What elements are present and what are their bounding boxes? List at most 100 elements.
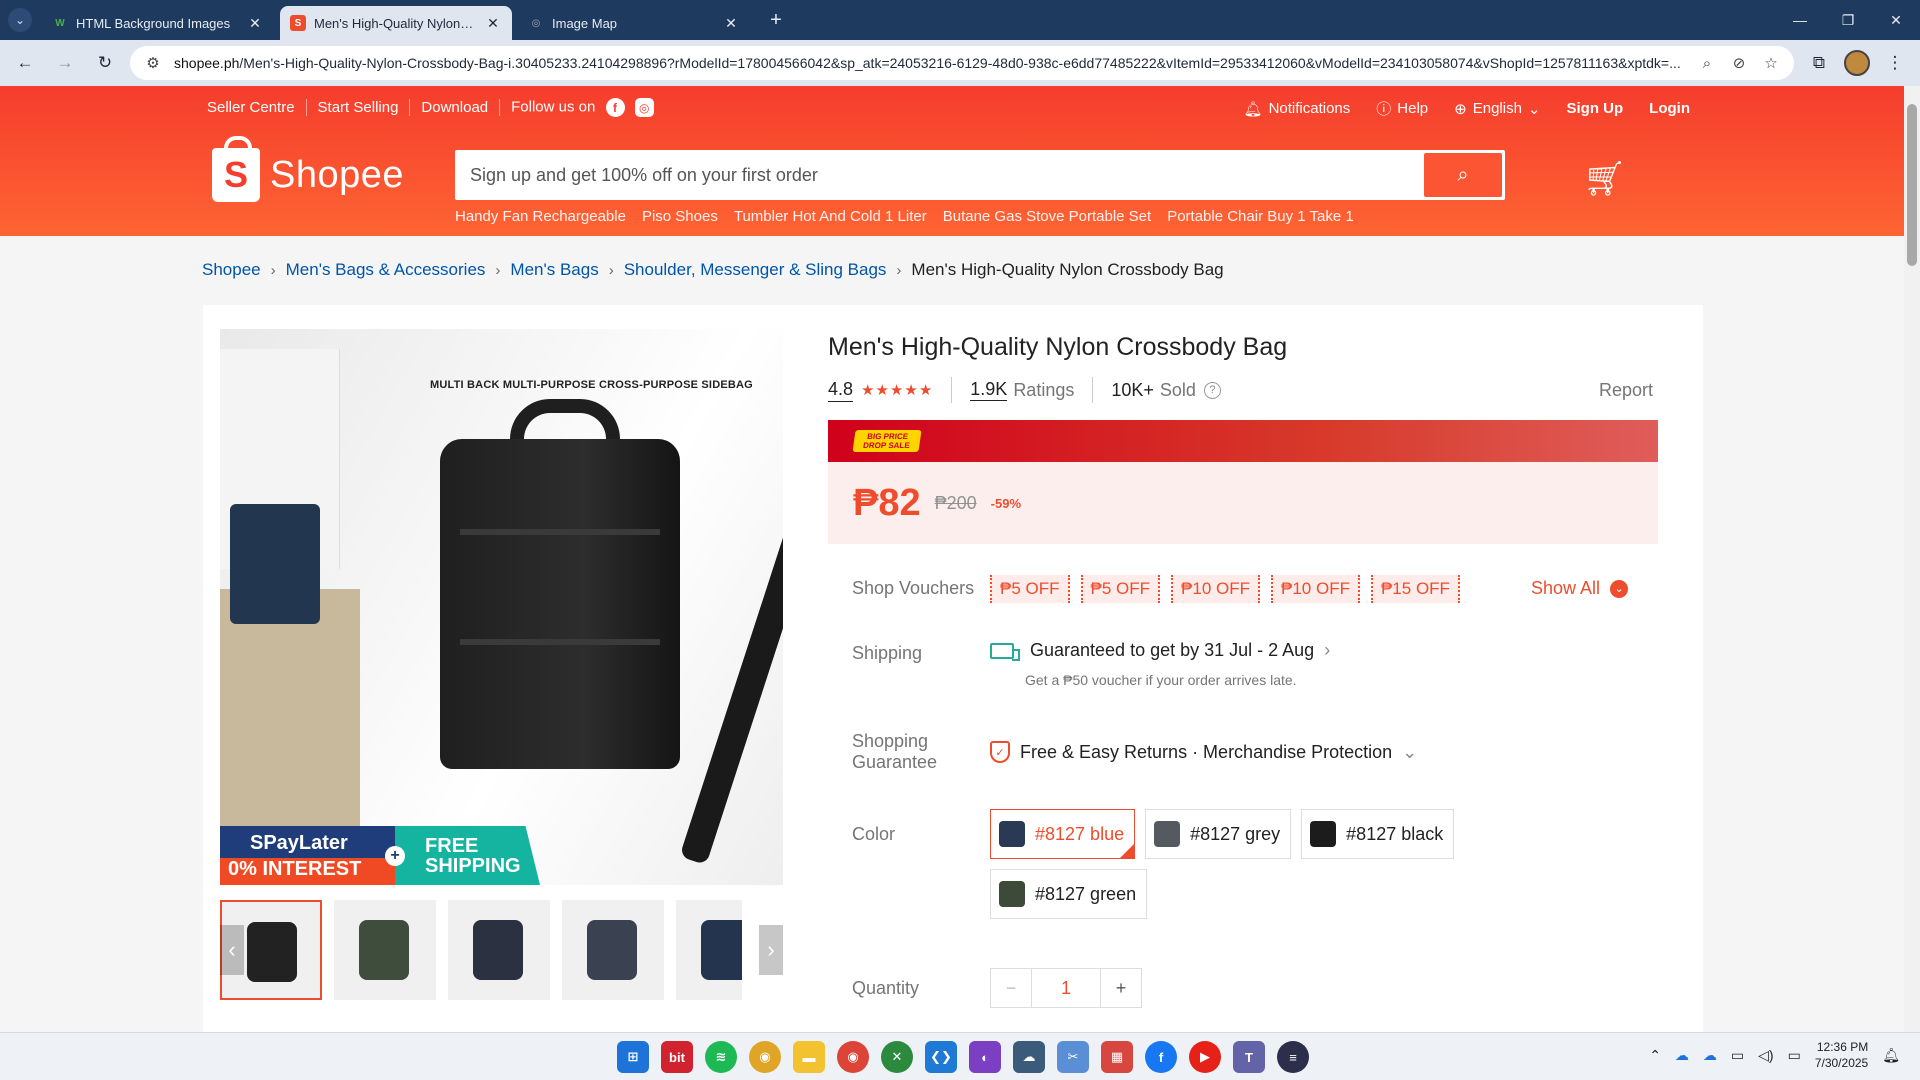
price-box: ₱82 ₱200 -59% [828,462,1658,544]
page-scrollbar[interactable] [1904,86,1920,1032]
close-icon[interactable]: ✕ [246,14,264,32]
menu-dots-icon[interactable]: ⋮ [1880,48,1910,78]
chrome-icon[interactable]: ◉ [837,1041,869,1073]
bit-app-icon[interactable]: bit [661,1041,693,1073]
xbox-icon[interactable]: ✕ [881,1041,913,1073]
shipping-info[interactable]: Guaranteed to get by 31 Jul - 2 Aug › [990,640,1330,661]
shopee-logo[interactable]: S Shopee [212,136,404,202]
notifications-link[interactable]: 🔔︎ Notifications [1244,100,1351,118]
color-option-green[interactable]: #8127 green [990,869,1148,919]
color-option-black[interactable]: #8127 black [1301,809,1455,859]
snipping-tool-icon[interactable]: ✂ [1057,1041,1089,1073]
thumbnail[interactable] [448,900,550,1000]
language-selector[interactable]: ⊕ English ⌄ [1454,100,1540,118]
battery-icon[interactable]: ▭ [1788,1047,1801,1064]
forward-arrow-icon[interactable]: → [50,48,80,78]
volume-icon[interactable]: ◁) [1758,1047,1773,1064]
color-option-grey[interactable]: #8127 grey [1145,809,1292,859]
breadcrumb-mens-bags[interactable]: Men's Bags [510,260,598,280]
calculator-icon[interactable]: ▦ [1101,1041,1133,1073]
start-selling-link[interactable]: Start Selling [307,99,411,116]
thumbnail[interactable] [334,900,436,1000]
thumbnail-prev-arrow-icon[interactable]: ‹ [220,925,244,975]
download-link[interactable]: Download [410,99,501,116]
color-option-blue[interactable]: #8127 blue [990,809,1136,859]
zoom-icon[interactable]: ⌕ [1696,55,1718,72]
suggestion-link[interactable]: Butane Gas Stove Portable Set [943,208,1151,225]
close-window-icon[interactable]: ✕ [1872,0,1920,40]
windows-start-icon[interactable]: ⊞ [617,1041,649,1073]
eye-slash-icon[interactable]: ⊘ [1728,54,1750,72]
facebook-app-icon[interactable]: f [1145,1041,1177,1073]
question-circle-icon[interactable]: ? [1203,381,1221,399]
show-all-vouchers-button[interactable]: Show All ⌄ [1531,578,1629,599]
scrollbar-thumb[interactable] [1907,104,1917,266]
photos-app-icon[interactable]: ◐ [969,1041,1001,1073]
sign-up-link[interactable]: Sign Up [1567,100,1624,117]
ratings-count[interactable]: 1.9K [970,379,1008,401]
address-bar[interactable]: ⚙ shopee.ph/Men's-High-Quality-Nylon-Cro… [130,46,1794,80]
close-icon[interactable]: ✕ [484,14,502,32]
restore-icon[interactable]: ❐ [1824,0,1872,40]
site-info-icon[interactable]: ⚙ [142,54,164,72]
breadcrumb-sling-bags[interactable]: Shoulder, Messenger & Sling Bags [624,260,887,280]
facebook-icon[interactable]: f [605,98,625,117]
clock[interactable]: 12:36 PM 7/30/2025 [1815,1039,1868,1071]
spotify-icon[interactable]: ≋ [705,1041,737,1073]
suggestion-link[interactable]: Tumbler Hot And Cold 1 Liter [734,208,927,225]
voucher-chip[interactable]: ₱5 OFF [990,575,1070,603]
cart-icon[interactable]: 🛒︎ [1583,162,1626,196]
onedrive-tray-icon[interactable]: ☁ [1675,1047,1689,1064]
instagram-icon[interactable]: ◎ [634,98,654,117]
back-arrow-icon[interactable]: ← [10,48,40,78]
breadcrumb-mens-bags-accessories[interactable]: Men's Bags & Accessories [286,260,486,280]
onedrive-tray-icon[interactable]: ☁ [1703,1047,1717,1064]
rating-value[interactable]: 4.8 [828,379,854,402]
onedrive-icon[interactable]: ☁ [1013,1041,1045,1073]
breadcrumb-shopee[interactable]: Shopee [202,260,261,280]
bookmark-star-icon[interactable]: ☆ [1760,54,1782,72]
youtube-music-icon[interactable]: ▶ [1189,1041,1221,1073]
tab-search-button[interactable]: ⌄ [8,8,32,32]
guarantee-info[interactable]: ✓ Free & Easy Returns · Merchandise Prot… [990,741,1417,763]
close-icon[interactable]: ✕ [722,14,740,32]
extensions-icon[interactable]: ⧉ [1804,48,1834,78]
chrome-canary-icon[interactable]: ◉ [749,1041,781,1073]
suggestion-link[interactable]: Piso Shoes [642,208,718,225]
quantity-input[interactable]: 1 [1031,969,1101,1007]
network-icon[interactable]: ▭ [1731,1047,1744,1064]
file-explorer-icon[interactable]: ▬ [793,1041,825,1073]
thumbnail[interactable] [562,900,664,1000]
teams-icon[interactable]: T [1233,1041,1265,1073]
new-tab-button[interactable]: + [762,9,790,32]
search-button[interactable]: ⌕ [1424,153,1502,197]
tab-image-map[interactable]: ◎ Image Map ✕ [518,6,750,40]
minimize-icon[interactable]: — [1776,0,1824,40]
profile-avatar[interactable] [1844,50,1870,76]
help-link[interactable]: ⓘ Help [1376,98,1428,119]
reload-icon[interactable]: ↻ [90,48,120,78]
voucher-chip[interactable]: ₱5 OFF [1080,575,1161,603]
suggestion-link[interactable]: Handy Fan Rechargeable [455,208,626,225]
thumbnail[interactable] [676,900,742,1000]
report-link[interactable]: Report [1599,380,1653,401]
thumbnail-next-arrow-icon[interactable]: › [759,925,783,975]
login-link[interactable]: Login [1649,100,1690,117]
suggestion-link[interactable]: Portable Chair Buy 1 Take 1 [1167,208,1354,225]
tab-shopee-product[interactable]: S Men's High-Quality Nylon Cros ✕ [280,6,512,40]
vscode-icon[interactable]: ❮❯ [925,1041,957,1073]
url-text[interactable]: shopee.ph/Men's-High-Quality-Nylon-Cross… [174,55,1686,71]
spaylater-promo: SPayLater 0% INTEREST [220,826,395,885]
notification-bell-icon[interactable]: 🔔︎ [1882,1047,1900,1064]
voucher-chip[interactable]: ₱10 OFF [1171,575,1260,603]
chevron-up-icon[interactable]: ⌃ [1649,1047,1661,1064]
minus-icon[interactable]: − [991,969,1031,1007]
search-input[interactable]: Sign up and get 100% off on your first o… [458,165,1424,186]
seller-centre-link[interactable]: Seller Centre [207,99,307,116]
product-main-image[interactable]: MULTI BACK MULTI-PURPOSE CROSS-PURPOSE S… [220,329,783,885]
voucher-chip[interactable]: ₱10 OFF [1271,575,1360,603]
plus-icon[interactable]: + [1101,969,1141,1007]
tab-html-background-images[interactable]: W HTML Background Images ✕ [42,6,274,40]
terminal-icon[interactable]: ≡ [1277,1041,1309,1073]
voucher-chip[interactable]: ₱15 OFF [1370,575,1460,603]
